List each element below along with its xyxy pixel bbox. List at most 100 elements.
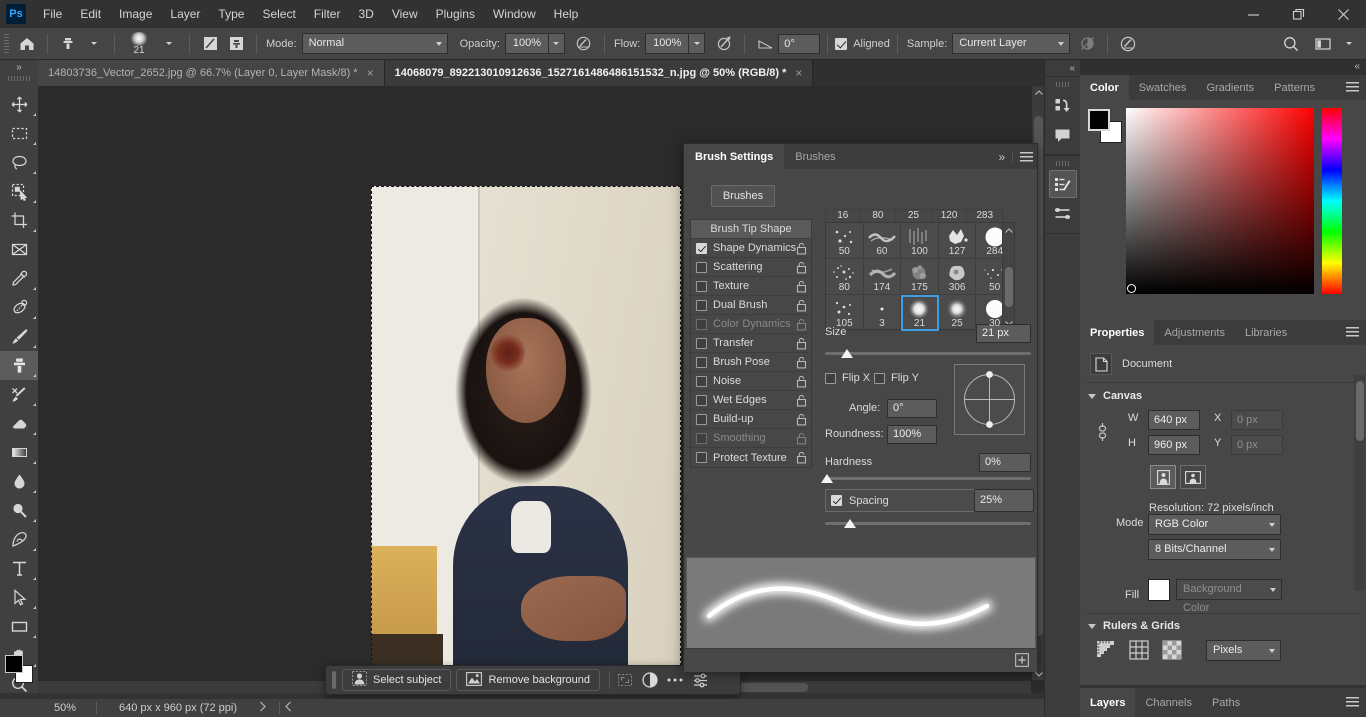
brush-tip-cell-selected[interactable]: 21 — [901, 295, 939, 331]
blur-tool[interactable] — [0, 467, 38, 496]
option-smoothing[interactable]: Smoothing — [691, 429, 811, 448]
color-swatches[interactable] — [1088, 109, 1122, 143]
tab-patterns[interactable]: Patterns — [1264, 75, 1325, 100]
lock-icon[interactable] — [796, 299, 807, 315]
status-collapse-icon[interactable] — [284, 701, 292, 715]
option-wet-edges[interactable]: Wet Edges — [691, 391, 811, 410]
angle-input[interactable]: 0° — [887, 399, 937, 418]
brush-tip-cell[interactable]: 50 — [826, 223, 864, 259]
close-icon[interactable]: × — [367, 66, 374, 80]
crop-tool[interactable] — [0, 206, 38, 235]
toolbar-grip[interactable] — [8, 76, 30, 81]
rectangular-marquee-tool[interactable] — [0, 119, 38, 148]
layers-panel[interactable]: Layers Channels Paths — [1080, 688, 1366, 717]
tab-libraries[interactable]: Libraries — [1235, 320, 1297, 345]
brush-settings-panel[interactable]: Brush Settings Brushes » | Brushes Brush… — [683, 143, 1038, 672]
spacing-row[interactable]: Spacing 25% — [825, 489, 1034, 512]
noise-checkbox[interactable] — [696, 375, 707, 387]
brush-grid-scroll-thumb[interactable] — [1005, 267, 1013, 307]
remove-background-button[interactable]: Remove background — [456, 669, 600, 691]
minimize-icon[interactable] — [1231, 0, 1276, 28]
y-input[interactable]: 0 px — [1231, 435, 1283, 455]
eraser-tool[interactable] — [0, 409, 38, 438]
aligned-checkbox-box[interactable] — [835, 37, 848, 50]
lock-icon[interactable] — [796, 432, 807, 448]
spacing-checkbox[interactable] — [831, 495, 842, 506]
brush-tip-shape-row[interactable]: Brush Tip Shape — [691, 220, 811, 239]
move-tool[interactable] — [0, 90, 38, 119]
brush-preset-chevron-icon[interactable] — [156, 32, 182, 56]
menu-select[interactable]: Select — [253, 0, 304, 28]
rail-grip[interactable] — [1055, 82, 1070, 87]
workspace-chevron-icon[interactable] — [1336, 32, 1362, 56]
brush-tip-grid[interactable]: 50 60 100 127 284 80 174 175 306 50 105 … — [825, 222, 1015, 331]
tab-properties[interactable]: Properties — [1080, 320, 1155, 345]
new-brush-preset-icon[interactable] — [1015, 653, 1029, 670]
option-brush-pose[interactable]: Brush Pose — [691, 353, 811, 372]
rulers-grids-header[interactable]: Rulers & Grids — [1088, 620, 1358, 632]
flip-y-checkbox-box[interactable] — [874, 372, 885, 384]
option-noise[interactable]: Noise — [691, 372, 811, 391]
lasso-tool[interactable] — [0, 148, 38, 177]
menu-layer[interactable]: Layer — [161, 0, 209, 28]
flow-value[interactable]: 100% — [645, 33, 690, 54]
x-input[interactable]: 0 px — [1231, 410, 1283, 430]
object-selection-tool[interactable] — [0, 177, 38, 206]
fill-color-swatch[interactable] — [1148, 579, 1170, 601]
aligned-checkbox[interactable]: Aligned — [835, 37, 890, 50]
lock-icon[interactable] — [796, 451, 807, 467]
brush-tip-cell[interactable]: 174 — [863, 259, 902, 295]
opacity-value[interactable]: 100% — [504, 33, 549, 54]
chevron-down-icon[interactable] — [1088, 393, 1096, 399]
foreground-color-swatch[interactable] — [5, 655, 23, 673]
color-dynamics-checkbox[interactable] — [696, 318, 707, 330]
tool-preset-chevron-icon[interactable] — [81, 32, 107, 56]
menu-3d[interactable]: 3D — [349, 0, 382, 28]
bit-depth-select[interactable]: 8 Bits/Channel — [1148, 539, 1281, 560]
rectangle-tool[interactable] — [0, 612, 38, 641]
menu-window[interactable]: Window — [484, 0, 545, 28]
lock-icon[interactable] — [796, 280, 807, 296]
menu-view[interactable]: View — [383, 0, 427, 28]
menu-type[interactable]: Type — [209, 0, 253, 28]
task-bar-grip[interactable] — [332, 671, 336, 689]
history-brush-tool[interactable] — [0, 380, 38, 409]
lock-icon[interactable] — [796, 261, 807, 277]
brush-panel-icon[interactable] — [197, 32, 223, 56]
collapse-panels-icon[interactable]: « — [1045, 60, 1080, 76]
scattering-checkbox[interactable] — [696, 261, 707, 273]
transform-selection-icon[interactable] — [614, 669, 636, 691]
brush-settings-icon[interactable] — [1048, 170, 1077, 198]
properties-panel[interactable]: Properties Adjustments Libraries Documen… — [1080, 320, 1366, 685]
lock-icon[interactable] — [796, 413, 807, 429]
spacing-input[interactable]: 25% — [974, 489, 1034, 512]
lock-icon[interactable] — [796, 375, 807, 391]
color-panel[interactable]: Color Swatches Gradients Patterns — [1080, 75, 1366, 325]
lock-icon[interactable] — [796, 337, 807, 353]
more-options-icon[interactable] — [664, 669, 686, 691]
size-slider-track[interactable] — [825, 352, 1031, 355]
option-color-dynamics[interactable]: Color Dynamics — [691, 315, 811, 334]
brushes-button[interactable]: Brushes — [711, 185, 775, 207]
eyedropper-tool[interactable] — [0, 264, 38, 293]
lock-icon[interactable] — [796, 242, 807, 258]
flow-chevron-icon[interactable] — [689, 33, 706, 54]
lock-icon[interactable] — [796, 394, 807, 410]
link-dimensions-icon[interactable] — [1096, 420, 1109, 447]
blend-mode-select[interactable]: Normal — [301, 33, 448, 54]
menu-file[interactable]: File — [34, 0, 71, 28]
menu-help[interactable]: Help — [545, 0, 588, 28]
menu-plugins[interactable]: Plugins — [427, 0, 484, 28]
height-input[interactable]: 960 px — [1148, 435, 1200, 455]
panel-menu-icon[interactable] — [1346, 82, 1359, 92]
tab-brush-settings[interactable]: Brush Settings — [684, 144, 785, 169]
brush-tip-cell[interactable]: 25 — [938, 295, 977, 331]
tab-adjustments[interactable]: Adjustments — [1154, 320, 1235, 345]
horizontal-type-tool[interactable] — [0, 554, 38, 583]
dual-brush-checkbox[interactable] — [696, 299, 707, 311]
hardness-slider-handle[interactable] — [821, 474, 833, 483]
gradient-tool[interactable] — [0, 438, 38, 467]
option-protect-texture[interactable]: Protect Texture — [691, 448, 811, 467]
panel-menu-icon[interactable] — [1020, 151, 1033, 162]
pressure-size-icon[interactable] — [1115, 32, 1141, 56]
